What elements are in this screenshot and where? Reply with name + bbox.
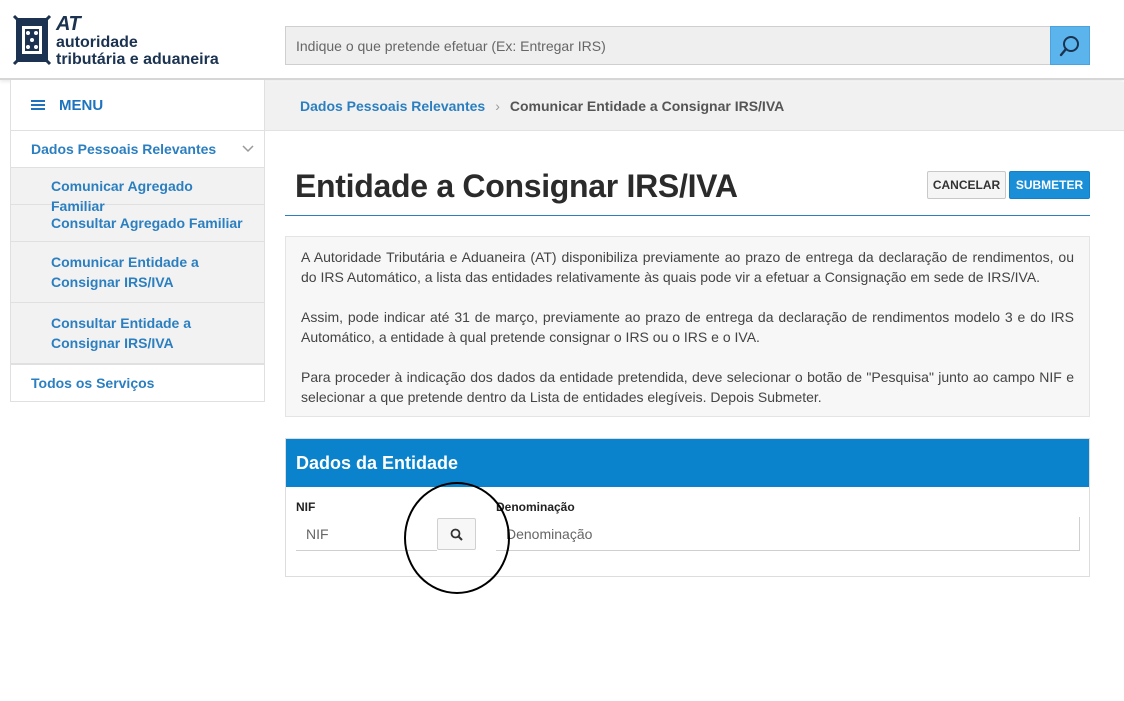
sidebar: MENU Dados Pessoais Relevantes Comunicar… xyxy=(10,80,265,402)
entity-panel: Dados da Entidade NIF Denominação xyxy=(285,438,1090,577)
sidebar-item-consultar-entidade[interactable]: Consultar Entidade a Consignar IRS/IVA xyxy=(11,303,264,364)
logo-line-1: autoridade xyxy=(56,34,138,51)
at-logo[interactable]: AT autoridade tributária e aduaneira xyxy=(12,14,219,70)
breadcrumb-separator: › xyxy=(495,98,500,114)
menu-label: MENU xyxy=(59,96,104,114)
nif-label: NIF xyxy=(296,500,316,514)
search-icon xyxy=(1059,35,1079,56)
sidebar-item-todos-servicos[interactable]: Todos os Serviços xyxy=(10,365,265,402)
chevron-down-icon xyxy=(242,142,254,156)
sidebar-item-consultar-agregado[interactable]: Consultar Agregado Familiar xyxy=(11,205,264,242)
info-paragraph: Para proceder à indicação dos dados da e… xyxy=(301,369,1074,405)
breadcrumb-item-dados-pessoais[interactable]: Dados Pessoais Relevantes xyxy=(300,98,485,114)
sidebar-group-title[interactable]: Dados Pessoais Relevantes xyxy=(11,131,264,168)
panel-title: Dados da Entidade xyxy=(286,439,1089,487)
hamburger-icon xyxy=(31,98,45,112)
sidebar-group-dados-pessoais: Dados Pessoais Relevantes Comunicar Agre… xyxy=(10,131,265,365)
title-divider xyxy=(285,215,1090,216)
page-title: Entidade a Consignar IRS/IVA xyxy=(295,168,738,204)
info-paragraph: Assim, pode indicar até 31 de março, pre… xyxy=(301,309,1074,345)
search-input[interactable] xyxy=(285,26,1051,65)
logo-text: AT autoridade tributária e aduaneira xyxy=(56,14,219,68)
sidebar-group-label: Dados Pessoais Relevantes xyxy=(31,141,217,157)
search-button[interactable] xyxy=(1050,26,1090,65)
info-paragraph: A Autoridade Tributária e Aduaneira (AT)… xyxy=(301,249,1074,285)
sidebar-submenu: Comunicar Agregado Familiar Consultar Ag… xyxy=(11,168,264,364)
breadcrumb: Dados Pessoais Relevantes › Comunicar En… xyxy=(265,82,1124,131)
breadcrumb-current: Comunicar Entidade a Consignar IRS/IVA xyxy=(509,98,785,114)
logo-line-2: tributária e aduaneira xyxy=(56,51,219,68)
sidebar-item-comunicar-agregado[interactable]: Comunicar Agregado Familiar xyxy=(11,168,264,214)
search-icon xyxy=(450,528,463,541)
denominacao-input[interactable] xyxy=(496,517,1080,551)
denominacao-label: Denominação xyxy=(496,500,575,514)
sidebar-item-comunicar-entidade[interactable]: Comunicar Entidade a Consignar IRS/IVA xyxy=(11,242,264,303)
cancel-button[interactable]: CANCELAR xyxy=(927,171,1006,199)
info-box: A Autoridade Tributária e Aduaneira (AT)… xyxy=(285,236,1090,417)
logo-abbr: AT xyxy=(56,13,81,35)
menu-toggle[interactable]: MENU xyxy=(10,80,265,131)
portugal-shield-icon xyxy=(12,14,52,66)
nif-input[interactable] xyxy=(296,517,437,551)
submit-button[interactable]: SUBMETER xyxy=(1009,171,1090,199)
nif-search-button[interactable] xyxy=(437,518,476,550)
